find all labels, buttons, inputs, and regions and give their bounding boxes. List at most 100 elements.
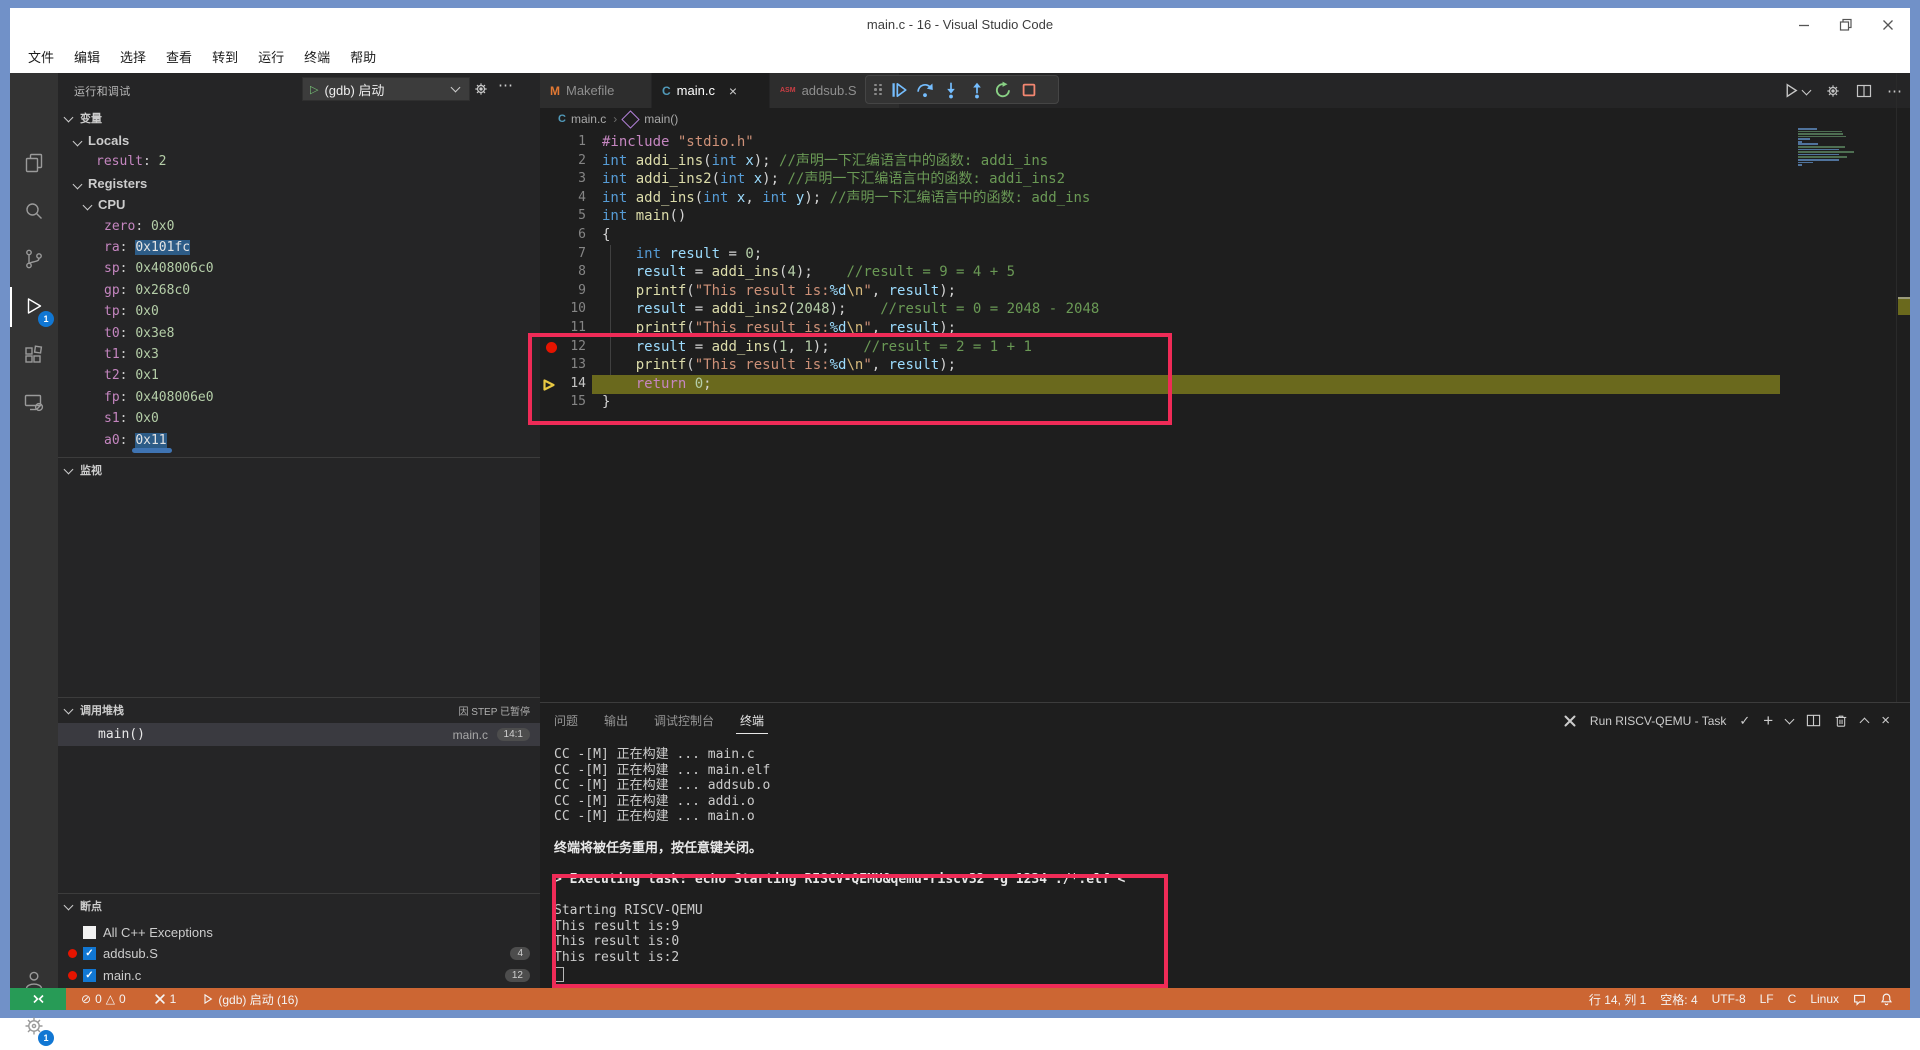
code-line-14[interactable]: 14 return 0; [540, 375, 1910, 394]
code-line-11[interactable]: 11 printf("This result is:%d\n", result)… [540, 319, 1910, 338]
language-mode[interactable]: C [1781, 988, 1804, 1010]
menu-item-7[interactable]: 终端 [294, 46, 340, 70]
line-number: 1 [540, 133, 586, 152]
register-row-sp[interactable]: sp: 0x408006c0 [58, 258, 540, 279]
section-watch[interactable]: 监视 [58, 459, 540, 481]
code-text: printf("This result is:%d\n", result); [602, 356, 956, 375]
search-icon[interactable] [10, 187, 58, 235]
register-row-t2[interactable]: t2: 0x1 [58, 365, 540, 386]
code-line-13[interactable]: 13 printf("This result is:%d\n", result)… [540, 356, 1910, 375]
breakpoint-row-3[interactable]: ✓main.c12 [58, 965, 540, 986]
breakpoint-count-badge: 4 [510, 947, 530, 960]
code-line-8[interactable]: 8 result = addi_ins(4); //result = 9 = 4… [540, 263, 1910, 282]
register-row-ra[interactable]: ra: 0x101fc [58, 237, 540, 258]
code-line-15[interactable]: 15} [540, 393, 1910, 412]
register-row-result[interactable]: result: 2 [58, 151, 540, 172]
register-row-t0[interactable]: t0: 0x3e8 [58, 323, 540, 344]
panel-tab-2[interactable]: 输出 [604, 708, 628, 733]
breakpoint-label: addsub.S [103, 946, 158, 961]
minimap[interactable] [1798, 128, 1860, 168]
chevron-down-icon [83, 201, 93, 211]
maximize-panel-icon[interactable] [1860, 718, 1870, 728]
section-breakpoints[interactable]: 断点 [58, 895, 540, 917]
section-variables[interactable]: 变量 [58, 107, 540, 129]
run-and-debug-icon[interactable]: 1 [10, 283, 58, 331]
debug-session-status[interactable]: (gdb) 启动 (16) [195, 988, 305, 1010]
feedback-icon[interactable] [1846, 988, 1873, 1010]
register-row-tp[interactable]: tp: 0x0 [58, 301, 540, 322]
extensions-icon[interactable] [10, 331, 58, 379]
code-line-4[interactable]: 4int add_ins(int x, int y); //声明一下汇编语言中的… [540, 189, 1910, 208]
menu-item-8[interactable]: 帮助 [340, 46, 386, 70]
register-row-a0[interactable]: a0: 0x11 [58, 430, 540, 451]
menu-item-4[interactable]: 查看 [156, 46, 202, 70]
call-stack-frame[interactable]: main() main.c 14:1 [58, 723, 540, 746]
breakpoint-checkbox[interactable] [83, 926, 96, 939]
source-control-icon[interactable] [10, 235, 58, 283]
menu-item-3[interactable]: 选择 [110, 46, 156, 70]
variables-group-cpu[interactable]: CPU [58, 194, 540, 215]
tools-icon [154, 993, 166, 1005]
notifications-bell-icon[interactable] [1873, 988, 1900, 1010]
close-icon[interactable] [1880, 17, 1896, 33]
remote-indicator[interactable] [10, 988, 66, 1010]
new-terminal-icon[interactable]: + [1763, 711, 1773, 731]
panel-tab-bar: 问题 输出 调试控制台 终端 [554, 703, 764, 738]
line-number: 5 [540, 207, 586, 226]
code-area[interactable]: 1#include "stdio.h"2int addi_ins(int x);… [540, 73, 1910, 702]
section-call-stack[interactable]: 调用堆栈 因 STEP 已暂停 [58, 699, 540, 721]
code-line-3[interactable]: 3int addi_ins2(int x); //声明一下汇编语言中的函数: a… [540, 170, 1910, 189]
variables-group-registers[interactable]: Registers [58, 173, 540, 194]
code-line-10[interactable]: 10 result = addi_ins2(2048); //result = … [540, 300, 1910, 319]
code-line-12[interactable]: 12 result = add_ins(1, 1); //result = 2 … [540, 338, 1910, 357]
register-row-s1[interactable]: s1: 0x0 [58, 408, 540, 429]
code-line-2[interactable]: 2int addi_ins(int x); //声明一下汇编语言中的函数: ad… [540, 152, 1910, 171]
breakpoint-row-2[interactable]: ✓ addsub.S 4 [58, 943, 540, 964]
menu-item-6[interactable]: 运行 [248, 46, 294, 70]
split-terminal-icon[interactable] [1806, 713, 1821, 728]
status-bar-right: 行 14, 列 1 空格: 4 UTF-8 LF C Linux [1582, 988, 1910, 1010]
menu-item-1[interactable]: 文件 [18, 46, 64, 70]
close-panel-icon[interactable]: × [1881, 712, 1890, 729]
minimize-button[interactable] [1796, 17, 1812, 33]
problems-status[interactable]: ⊘ 0 △ 0 [74, 988, 133, 1010]
breakpoint-checkbox[interactable]: ✓ [83, 969, 96, 982]
code-line-7[interactable]: 7 int result = 0; [540, 245, 1910, 264]
restore-button[interactable] [1838, 17, 1854, 33]
kill-terminal-trash-icon[interactable] [1834, 713, 1848, 728]
breakpoint-checkbox[interactable]: ✓ [83, 947, 96, 960]
panel-tab-1[interactable]: 问题 [554, 708, 578, 733]
line-number: 12 [540, 338, 586, 357]
indentation[interactable]: 空格: 4 [1653, 988, 1704, 1010]
code-line-1[interactable]: 1#include "stdio.h" [540, 133, 1910, 152]
eol-sequence[interactable]: LF [1753, 988, 1781, 1010]
launch-config-select[interactable]: ▷ (gdb) 启动 [302, 77, 470, 101]
register-row-gp[interactable]: gp: 0x268c0 [58, 280, 540, 301]
code-line-5[interactable]: 5int main() [540, 207, 1910, 226]
register-row-zero[interactable]: zero: 0x0 [58, 216, 540, 237]
breakpoint-label: main.c [103, 968, 141, 983]
terminal-output[interactable]: CC -[M] 正在构建 ... main.cCC -[M] 正在构建 ... … [554, 747, 1890, 984]
register-row-t1[interactable]: t1: 0x3 [58, 344, 540, 365]
code-line-9[interactable]: 9 printf("This result is:%d\n", result); [540, 282, 1910, 301]
explorer-icon[interactable] [10, 139, 58, 187]
encoding[interactable]: UTF-8 [1705, 988, 1753, 1010]
menu-item-2[interactable]: 编辑 [64, 46, 110, 70]
menu-item-5[interactable]: 转到 [202, 46, 248, 70]
variables-group-locals[interactable]: Locals [58, 130, 540, 151]
code-line-6[interactable]: 6{ [540, 226, 1910, 245]
chevron-down-icon[interactable] [1785, 714, 1795, 724]
more-actions-icon[interactable]: ⋯ [498, 76, 514, 94]
debug-settings-gear-icon[interactable] [470, 78, 492, 100]
os-indicator[interactable]: Linux [1803, 988, 1846, 1010]
cursor-position[interactable]: 行 14, 列 1 [1582, 988, 1653, 1010]
panel-tab-4[interactable]: 终端 [740, 708, 764, 733]
register-row-fp[interactable]: fp: 0x408006e0 [58, 387, 540, 408]
panel-tab-3[interactable]: 调试控制台 [654, 708, 714, 733]
running-tasks-status[interactable]: 1 [147, 988, 184, 1010]
overview-ruler[interactable] [1896, 73, 1911, 702]
window-controls [1796, 8, 1896, 42]
breakpoint-row-1[interactable]: All C++ Exceptions [58, 922, 540, 943]
terminal-task-label[interactable]: Run RISCV-QEMU - Task [1590, 714, 1726, 728]
remote-explorer-icon[interactable] [10, 379, 58, 427]
